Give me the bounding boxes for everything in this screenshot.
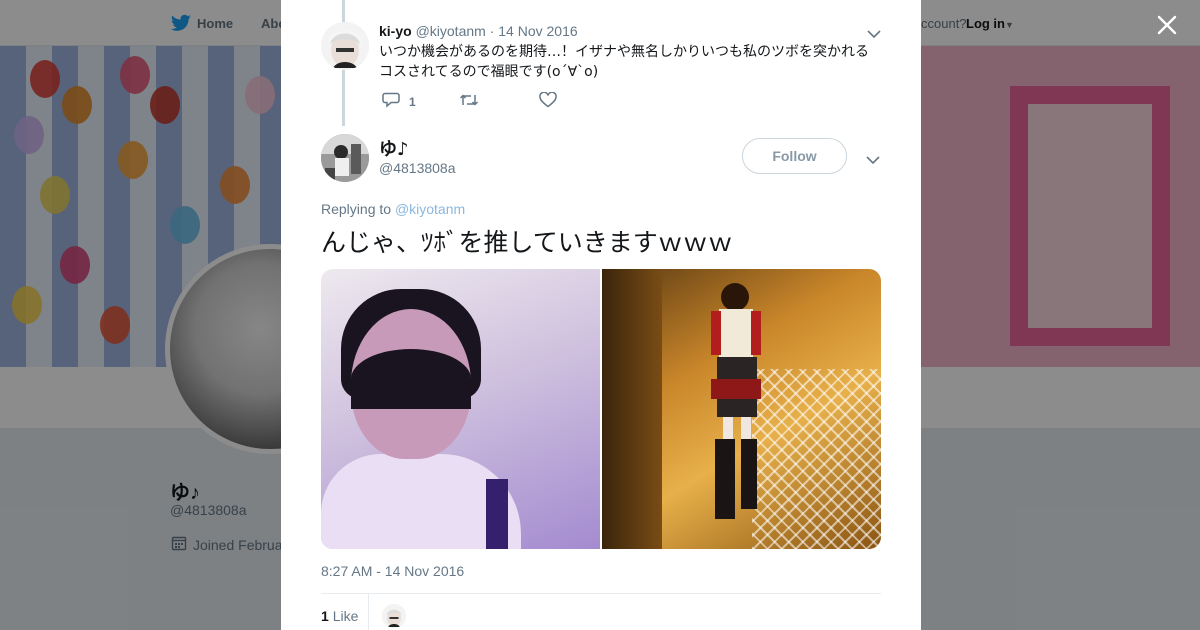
tweet-permalink-modal: ki-yo @kiyotanm · 14 Nov 2016 いつか機会があるのを… xyxy=(281,0,921,630)
reply-author-avatar[interactable] xyxy=(321,22,369,70)
main-author-avatar[interactable] xyxy=(321,134,369,182)
reply-button[interactable]: 1 xyxy=(382,92,416,111)
replying-to-context: Replying to @kiyotanm xyxy=(321,201,465,217)
replying-to-label: Replying to xyxy=(321,201,392,217)
liker-avatar[interactable] xyxy=(382,604,406,628)
tweet-timestamp[interactable]: 8:27 AM - 14 Nov 2016 xyxy=(321,563,464,579)
heart-icon xyxy=(538,91,557,111)
reply-actions: 1 xyxy=(382,91,557,111)
speech-bubble-icon xyxy=(382,92,400,111)
reply-date[interactable]: · 14 Nov 2016 xyxy=(490,23,578,39)
like-count: 1 xyxy=(321,608,329,624)
tweet-photo-2[interactable] xyxy=(602,269,881,549)
follow-button[interactable]: Follow xyxy=(742,138,847,174)
chevron-down-icon[interactable] xyxy=(866,152,880,170)
close-icon[interactable] xyxy=(1155,13,1179,37)
main-tweet-text: んじゃ、ﾂﾎﾞを推していきますｗｗｗ xyxy=(321,228,733,257)
reply-text: いつか機会があるのを期待…！イザナや無名しかりいつも私のツボを突かれるコスされて… xyxy=(379,44,869,80)
replying-to-handle-link[interactable]: @kiyotanm xyxy=(395,201,465,217)
like-stats[interactable]: 1 Like xyxy=(321,608,358,624)
like-button[interactable] xyxy=(538,91,557,111)
stats-separator xyxy=(368,594,369,630)
main-author-name[interactable]: ゆ♪ xyxy=(379,135,409,161)
retweet-icon xyxy=(459,92,479,111)
main-author-handle[interactable]: @4813808a xyxy=(379,160,456,176)
like-label: Like xyxy=(332,608,359,624)
reply-author-handle[interactable]: @kiyotanm xyxy=(416,23,486,39)
retweet-button[interactable] xyxy=(459,92,479,111)
tweet-media-grid xyxy=(321,269,881,549)
stats-divider xyxy=(321,593,881,594)
tweet-photo-1[interactable] xyxy=(321,269,600,549)
reply-author-name[interactable]: ki-yo xyxy=(379,23,412,39)
reply-count: 1 xyxy=(409,94,416,109)
reply-header: ki-yo @kiyotanm · 14 Nov 2016 xyxy=(379,23,578,39)
